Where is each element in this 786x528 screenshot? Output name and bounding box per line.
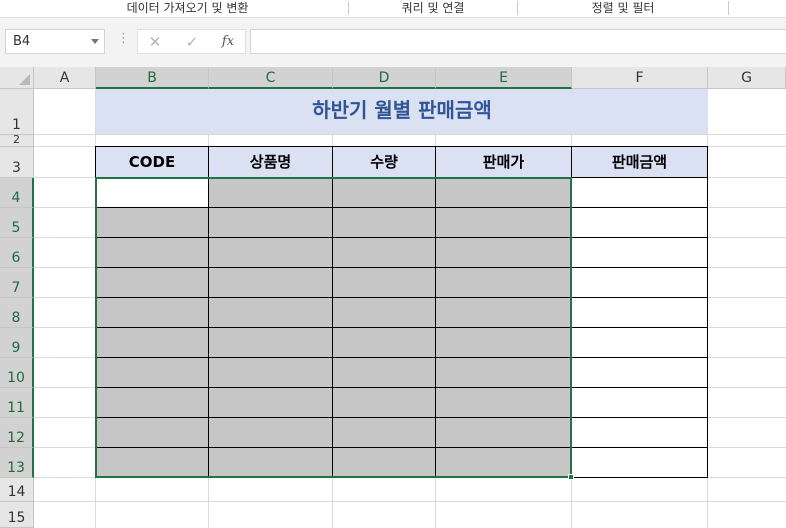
column-header-e[interactable]: E — [436, 67, 572, 89]
cell-f8[interactable] — [571, 297, 708, 328]
more-vertical-icon[interactable]: ⋮ — [117, 32, 130, 45]
ribbon-group-bar: 데이터 가져오기 및 변환 쿼리 및 연결 정렬 및 필터 — [0, 0, 786, 18]
header-cell-sales-amount[interactable]: 판매금액 — [571, 146, 708, 178]
cell-e7[interactable] — [435, 267, 572, 298]
cell-b5[interactable] — [95, 207, 209, 238]
cell-c4[interactable] — [208, 177, 333, 208]
cell-e5[interactable] — [435, 207, 572, 238]
row-header-3[interactable]: 3 — [0, 147, 34, 178]
column-header-d[interactable]: D — [333, 67, 436, 89]
cell-c13[interactable] — [208, 447, 333, 478]
cell-e12[interactable] — [435, 417, 572, 448]
cell-d10[interactable] — [332, 357, 436, 388]
cell-c12[interactable] — [208, 417, 333, 448]
cell-e9[interactable] — [435, 327, 572, 358]
row-header-13[interactable]: 13 — [0, 448, 34, 478]
row-header-14[interactable]: 14 — [0, 478, 34, 502]
enter-check-icon[interactable]: ✓ — [181, 32, 203, 52]
fill-handle[interactable] — [568, 474, 574, 480]
row-header-12[interactable]: 12 — [0, 418, 34, 448]
header-cell-product-name[interactable]: 상품명 — [208, 146, 333, 178]
row-header-9[interactable]: 9 — [0, 328, 34, 358]
header-cell-unit-price[interactable]: 판매가 — [435, 146, 572, 178]
cell-f6[interactable] — [571, 237, 708, 268]
select-all-triangle-icon — [19, 74, 30, 85]
column-header-g[interactable]: G — [708, 67, 786, 89]
formula-input[interactable] — [250, 29, 786, 54]
gridline — [34, 501, 786, 502]
cell-d5[interactable] — [332, 207, 436, 238]
ribbon-group-sort-filter[interactable]: 정렬 및 필터 — [518, 0, 728, 17]
cell-d4[interactable] — [332, 177, 436, 208]
cell-d12[interactable] — [332, 417, 436, 448]
cell-e4[interactable] — [435, 177, 572, 208]
cell-c9[interactable] — [208, 327, 333, 358]
cell-f10[interactable] — [571, 357, 708, 388]
cell-d8[interactable] — [332, 297, 436, 328]
formula-bar: B4 ⋮ ✕ ✓ fx — [0, 18, 786, 67]
cell-f5[interactable] — [571, 207, 708, 238]
row-header-8[interactable]: 8 — [0, 298, 34, 328]
cancel-icon[interactable]: ✕ — [144, 32, 166, 52]
header-cell-code[interactable]: CODE — [95, 146, 209, 178]
select-all-button[interactable] — [0, 67, 34, 89]
insert-function-icon[interactable]: fx — [217, 32, 239, 52]
cell-f12[interactable] — [571, 417, 708, 448]
row-header-15[interactable]: 15 — [0, 502, 34, 528]
cell-b7[interactable] — [95, 267, 209, 298]
cell-b12[interactable] — [95, 417, 209, 448]
column-header-f[interactable]: F — [572, 67, 708, 89]
cell-d11[interactable] — [332, 387, 436, 418]
cell-f11[interactable] — [571, 387, 708, 418]
cell-b13[interactable] — [95, 447, 209, 478]
worksheet-grid[interactable]: A B C D E F G 1 2 3 4 5 6 7 8 9 10 11 12… — [0, 67, 786, 528]
cell-c8[interactable] — [208, 297, 333, 328]
ribbon-separator — [728, 1, 729, 15]
cell-d6[interactable] — [332, 237, 436, 268]
cell-d13[interactable] — [332, 447, 436, 478]
row-header-2[interactable]: 2 — [0, 134, 34, 147]
cell-e13[interactable] — [435, 447, 572, 478]
active-cell[interactable] — [95, 177, 209, 208]
cell-f4[interactable] — [571, 177, 708, 208]
row-header-11[interactable]: 11 — [0, 388, 34, 418]
name-box-value: B4 — [13, 34, 31, 49]
cell-b8[interactable] — [95, 297, 209, 328]
cell-b11[interactable] — [95, 387, 209, 418]
cell-d7[interactable] — [332, 267, 436, 298]
column-header-c[interactable]: C — [209, 67, 333, 89]
ribbon-group-queries-connections[interactable]: 쿼리 및 연결 — [349, 0, 517, 17]
name-box[interactable]: B4 — [5, 29, 105, 54]
row-header-5[interactable]: 5 — [0, 208, 34, 238]
cell-f13[interactable] — [571, 447, 708, 478]
formula-buttons: ✕ ✓ fx — [137, 29, 246, 54]
cell-c10[interactable] — [208, 357, 333, 388]
ribbon-group-get-transform-data[interactable]: 데이터 가져오기 및 변환 — [60, 0, 315, 17]
cell-c11[interactable] — [208, 387, 333, 418]
row-header-7[interactable]: 7 — [0, 268, 34, 298]
cell-b10[interactable] — [95, 357, 209, 388]
header-cell-quantity[interactable]: 수량 — [332, 146, 436, 178]
row-header-1[interactable]: 1 — [0, 89, 34, 135]
sheet-title[interactable]: 하반기 월별 판매금액 — [96, 89, 708, 134]
cell-c6[interactable] — [208, 237, 333, 268]
chevron-down-icon[interactable] — [91, 39, 99, 44]
cell-e8[interactable] — [435, 297, 572, 328]
gridline — [34, 134, 786, 135]
cell-f7[interactable] — [571, 267, 708, 298]
row-header-10[interactable]: 10 — [0, 358, 34, 388]
cell-b9[interactable] — [95, 327, 209, 358]
cell-e6[interactable] — [435, 237, 572, 268]
column-header-a[interactable]: A — [34, 67, 96, 89]
cell-b6[interactable] — [95, 237, 209, 268]
row-header-6[interactable]: 6 — [0, 238, 34, 268]
row-header-4[interactable]: 4 — [0, 178, 34, 208]
column-header-b[interactable]: B — [96, 67, 209, 89]
cell-e11[interactable] — [435, 387, 572, 418]
cell-e10[interactable] — [435, 357, 572, 388]
cell-c7[interactable] — [208, 267, 333, 298]
cell-f9[interactable] — [571, 327, 708, 358]
cell-c5[interactable] — [208, 207, 333, 238]
cell-d9[interactable] — [332, 327, 436, 358]
